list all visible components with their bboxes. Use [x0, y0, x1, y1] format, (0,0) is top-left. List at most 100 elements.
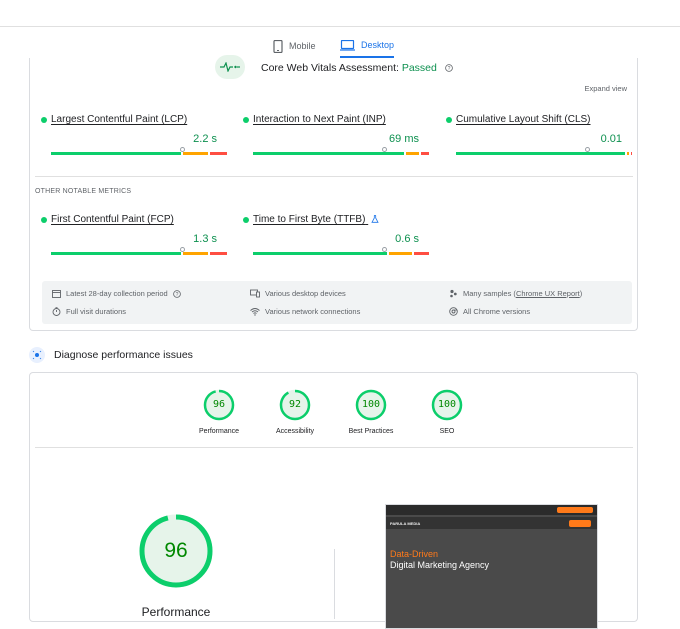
preview-top-cta: [557, 507, 593, 513]
metric-ttfb: Time to First Byte (TTFB) 0.6 s: [243, 214, 429, 260]
collection-info: Latest 28-day collection period ? Full v…: [42, 281, 632, 324]
info-devices-text: Various desktop devices: [265, 289, 346, 298]
experimental-flask-icon: [371, 215, 379, 224]
top-bar: [0, 0, 680, 27]
gauge-accessibility[interactable]: 92 Accessibility: [265, 389, 325, 435]
tab-mobile[interactable]: Mobile: [273, 34, 316, 58]
score-value: 96: [212, 399, 226, 410]
metric-lcp-value: 2.2 s: [193, 133, 217, 145]
score-value: 100: [361, 399, 381, 410]
metric-ttfb-value: 0.6 s: [395, 233, 419, 245]
preview-headline: Digital Marketing Agency: [390, 560, 490, 570]
percentile-marker: [585, 147, 590, 152]
status-dot: [446, 117, 452, 123]
tab-mobile-label: Mobile: [289, 41, 316, 51]
svg-text:?: ?: [175, 292, 178, 298]
calendar-icon: [52, 290, 61, 298]
gauge-seo[interactable]: 100 SEO: [417, 389, 477, 435]
metric-cls-name[interactable]: Cumulative Layout Shift (CLS): [456, 114, 591, 125]
lab-data-card: 96 Performance 92 Accessibility 100 Best…: [29, 372, 638, 629]
device-tabs: Mobile Desktop: [0, 34, 680, 58]
distribution-bar: [51, 152, 227, 155]
bar-poor: [210, 152, 227, 155]
bar-average: [406, 152, 419, 155]
samples-icon: [450, 289, 457, 298]
cwv-status: Passed: [401, 62, 437, 74]
field-data-card: Core Web Vitals Assessment: Passed ? Exp…: [29, 55, 638, 331]
status-dot: [41, 117, 47, 123]
score-value: 100: [437, 399, 457, 410]
expand-view-link[interactable]: Expand view: [584, 84, 627, 93]
bar-poor: [210, 252, 227, 255]
distribution-bar: [253, 152, 429, 155]
gauge-performance[interactable]: 96 Performance: [189, 389, 249, 435]
preview-headline-accent: Data-Driven: [390, 549, 439, 559]
distribution-bar: [456, 152, 632, 155]
info-network: Various network connections: [250, 307, 360, 316]
bar-poor: [414, 252, 429, 255]
info-devices: Various desktop devices: [250, 289, 346, 298]
chrome-icon: [449, 307, 458, 316]
tab-desktop[interactable]: Desktop: [340, 34, 395, 58]
info-samples-prefix: Many samples (: [463, 289, 516, 298]
svg-text:?: ?: [447, 66, 450, 72]
status-dot: [243, 117, 249, 123]
metric-fcp: First Contentful Paint (FCP) 1.3 s: [41, 214, 227, 260]
pulse-icon: [215, 55, 245, 79]
percentile-marker: [382, 247, 387, 252]
score-value: 92: [288, 399, 302, 410]
info-network-text: Various network connections: [265, 307, 361, 316]
percentile-marker: [382, 147, 387, 152]
percentile-marker: [180, 147, 185, 152]
phone-icon: [273, 39, 283, 53]
timer-icon: [52, 307, 61, 316]
info-period-text: Latest 28-day collection period: [66, 289, 168, 298]
metric-cls-value: 0.01: [600, 133, 622, 145]
metric-lcp: Largest Contentful Paint (LCP) 2.2 s: [41, 114, 227, 160]
preview-brand: PARULA MEDIA: [390, 521, 421, 526]
bar-average: [183, 252, 208, 255]
other-metrics-heading: OTHER NOTABLE METRICS: [35, 188, 132, 195]
lighthouse-icon: [29, 347, 45, 363]
bar-good: [51, 152, 181, 155]
page-screenshot-preview[interactable]: PARULA MEDIA Data-Driven Digital Marketi…: [385, 504, 598, 629]
wifi-icon: [250, 308, 260, 316]
percentile-marker: [180, 247, 185, 252]
cwv-assessment-text: Core Web Vitals Assessment: Passed ?: [261, 62, 453, 74]
metric-inp-name[interactable]: Interaction to Next Paint (INP): [253, 114, 386, 125]
info-visits: Full visit durations: [52, 307, 126, 316]
metric-fcp-name[interactable]: First Contentful Paint (FCP): [51, 214, 174, 225]
metric-ttfb-name[interactable]: Time to First Byte (TTFB): [253, 214, 379, 225]
divider: [35, 447, 633, 448]
bar-average: [627, 152, 629, 155]
distribution-bar: [253, 252, 429, 255]
desktop-icon: [340, 39, 355, 51]
cwv-assessment: Core Web Vitals Assessment: Passed ?: [30, 55, 637, 79]
metric-lcp-name[interactable]: Largest Contentful Paint (LCP): [51, 114, 187, 125]
info-chrome: All Chrome versions: [449, 307, 530, 316]
status-dot: [243, 217, 249, 223]
preview-nav-cta: [569, 520, 591, 527]
metric-ttfb-label: Time to First Byte (TTFB): [253, 214, 366, 225]
score-label: Accessibility: [275, 428, 315, 435]
info-period: Latest 28-day collection period ?: [52, 289, 186, 298]
help-icon[interactable]: ?: [172, 289, 181, 298]
main-score-value: 96: [164, 539, 188, 562]
help-icon[interactable]: ?: [444, 64, 453, 72]
score-label: Best Practices: [348, 428, 394, 435]
status-dot: [41, 217, 47, 223]
bar-poor: [631, 152, 632, 155]
info-samples: Many samples (Chrome UX Report): [449, 289, 582, 298]
diagnose-title: Diagnose performance issues: [54, 349, 193, 361]
chrome-ux-report-link[interactable]: Chrome UX Report: [516, 289, 580, 298]
vertical-divider: [334, 549, 335, 619]
bar-average: [389, 252, 412, 255]
metric-inp: Interaction to Next Paint (INP) 69 ms: [243, 114, 429, 160]
gauge-best-practices[interactable]: 100 Best Practices: [341, 389, 401, 435]
metric-inp-value: 69 ms: [389, 133, 419, 145]
bar-good: [456, 152, 625, 155]
score-label: SEO: [439, 428, 455, 435]
tab-desktop-label: Desktop: [361, 40, 395, 50]
score-label: Performance: [198, 428, 240, 435]
distribution-bar: [51, 252, 227, 255]
